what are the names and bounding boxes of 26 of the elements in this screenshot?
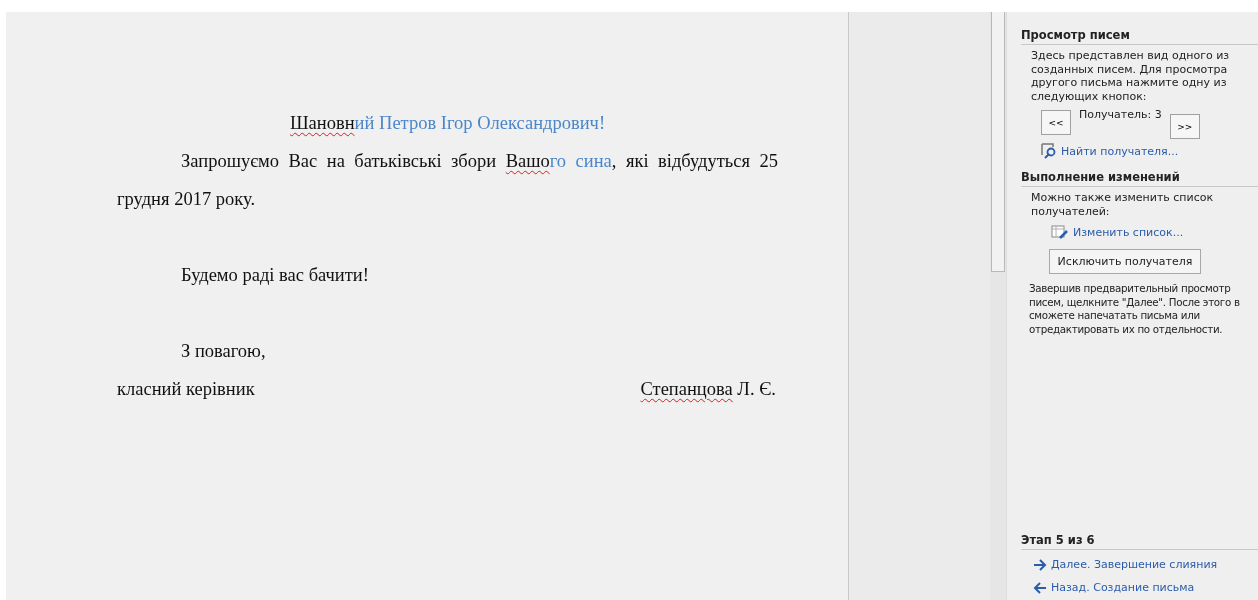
- next-button[interactable]: >>: [1169, 114, 1200, 139]
- exclude-recipient-button[interactable]: Исключить получателя: [1049, 249, 1201, 274]
- letter-paragraph: Будемо раді вас бачити!: [180, 264, 370, 287]
- back-step-link[interactable]: Назад. Создание письма: [1033, 581, 1258, 594]
- signature-name: Степанцова Л. Є.: [640, 378, 776, 401]
- scrollbar-thumb[interactable]: [991, 12, 1005, 272]
- right-arrow-icon: [1033, 558, 1047, 571]
- section-description: Можно также изменить список получателей:: [1030, 190, 1215, 218]
- find-recipient-link[interactable]: Найти получателя...: [1041, 143, 1179, 159]
- section-title: Выполнение изменений: [1021, 170, 1258, 187]
- letter-paragraph: Запрошуємо Вас на батьківські збори Вашого сина, які відбудуться 25 грудня 2017 року.: [117, 150, 778, 211]
- left-arrow-icon: [1033, 581, 1047, 594]
- signature-role: класний керівник: [117, 378, 255, 401]
- letter-paragraph: Шановний Петров Ігор Олександрович!: [288, 112, 607, 135]
- step-title: Этап 5 из 6: [1021, 533, 1258, 550]
- scrollbar[interactable]: [990, 12, 1006, 600]
- search-icon: [1041, 143, 1057, 159]
- section-note: Завершив предварительный просмотр писем, щелкните "Далее". После этого в сможете напечатать письма или отредактировать их по отдельности.: [1028, 281, 1241, 336]
- section-description: Здесь представлен вид одного из созданных писем. Для просмотра другого письма нажмите одну из следующих кнопок:: [1030, 48, 1231, 103]
- recipient-label: Получатель: 3: [1079, 108, 1162, 121]
- section-title: Просмотр писем: [1021, 28, 1258, 45]
- edit-list-link[interactable]: Изменить список...: [1051, 224, 1184, 240]
- next-step-link[interactable]: Далее. Завершение слияния: [1033, 558, 1258, 571]
- edit-list-icon: [1051, 224, 1069, 240]
- letter-paragraph: З повагою,: [180, 340, 267, 363]
- previous-button[interactable]: <<: [1041, 110, 1071, 135]
